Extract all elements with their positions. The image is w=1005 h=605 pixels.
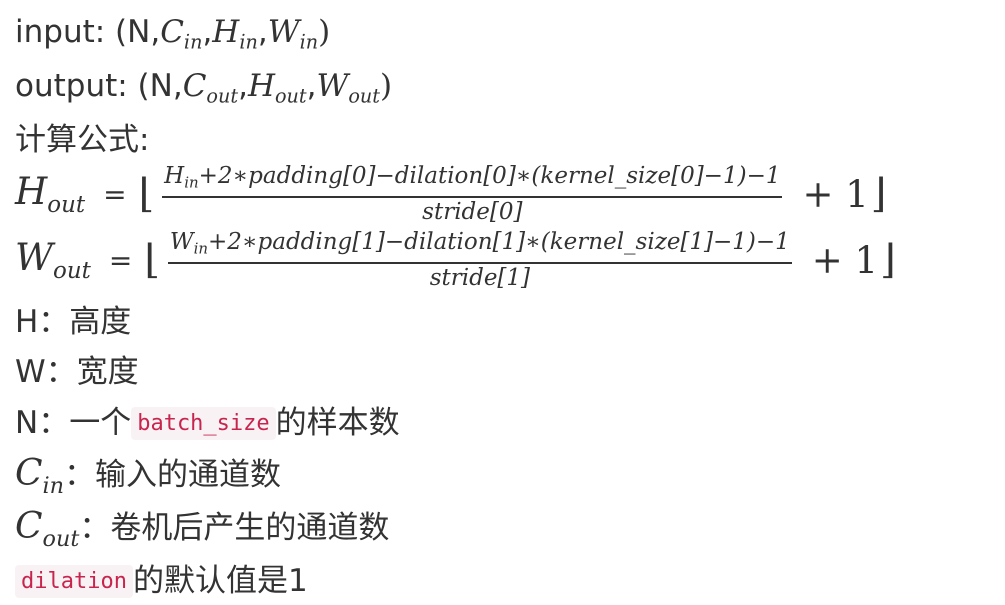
- definition-c-in: Cin：输入的通道数: [15, 454, 281, 506]
- floor-open: ⌊: [138, 171, 155, 217]
- sep: ,: [306, 68, 317, 104]
- c-in-text: ：输入的通道数: [64, 457, 282, 493]
- h-out-formula: Hout = ⌊ Hin+2∗padding[0]−dilation[0]∗(k…: [15, 163, 888, 225]
- n-suffix: 的样本数: [275, 405, 400, 441]
- plus-one: + 1: [811, 238, 879, 282]
- input-close-paren: ): [318, 14, 331, 50]
- output-close-paren: ): [380, 68, 393, 104]
- plus-one: + 1: [802, 172, 869, 216]
- input-prefix: input: (N,: [15, 14, 161, 50]
- sep: ,: [202, 14, 213, 50]
- output-w-var: Wout: [316, 68, 381, 108]
- sep: ,: [238, 68, 248, 104]
- output-prefix: output: (N,: [15, 68, 183, 104]
- h-numerator: Hin+2∗padding[0]−dilation[0]∗(kernel_siz…: [164, 162, 781, 192]
- w-out-lhs: Wout: [15, 235, 91, 284]
- floor-close: ⌋: [870, 171, 887, 217]
- definition-dilation: dilation 的默认值是1: [15, 561, 308, 602]
- batch-size-code: batch_size: [131, 407, 276, 440]
- floor-close: ⌋: [880, 237, 896, 283]
- w-denominator: stride[1]: [429, 265, 531, 292]
- definition-w: W：宽度: [15, 354, 139, 390]
- definition-n: N：一个 batch_size 的样本数: [15, 403, 400, 444]
- equals-sign: =: [108, 243, 133, 277]
- equals-sign: =: [103, 177, 127, 211]
- dilation-text: 的默认值是1: [132, 563, 308, 599]
- definition-c-out: Cout：卷机后产生的通道数: [15, 507, 389, 559]
- formula-heading: 计算公式:: [15, 122, 150, 158]
- w-numerator: Win+2∗padding[1]−dilation[1]∗(kernel_siz…: [169, 228, 790, 258]
- c-out-var: Cout: [15, 506, 80, 552]
- input-c-var: Cin: [160, 14, 203, 54]
- output-shape-line: output: (N,Cout,Hout,Wout): [15, 66, 392, 117]
- dilation-code: dilation: [15, 565, 133, 598]
- input-w-var: Win: [267, 14, 319, 54]
- n-prefix: N：一个: [15, 405, 132, 441]
- floor-open: ⌊: [144, 237, 160, 283]
- output-h-var: Hout: [247, 68, 307, 108]
- w-out-formula: Wout = ⌊ Win+2∗padding[1]−dilation[1]∗(k…: [15, 229, 898, 291]
- h-denominator: stride[0]: [422, 199, 523, 226]
- c-in-var: Cin: [15, 453, 65, 499]
- output-c-var: Cout: [182, 68, 239, 108]
- input-h-var: Hin: [212, 14, 258, 54]
- w-fraction: Win+2∗padding[1]−dilation[1]∗(kernel_siz…: [167, 228, 792, 292]
- h-out-lhs: Hout: [15, 169, 86, 218]
- sep: ,: [257, 14, 268, 50]
- definition-h: H：高度: [15, 304, 132, 340]
- input-shape-line: input: (N,Cin,Hin,Win): [15, 12, 330, 63]
- h-fraction: Hin+2∗padding[0]−dilation[0]∗(kernel_siz…: [162, 162, 783, 226]
- c-out-text: ：卷机后产生的通道数: [79, 510, 390, 546]
